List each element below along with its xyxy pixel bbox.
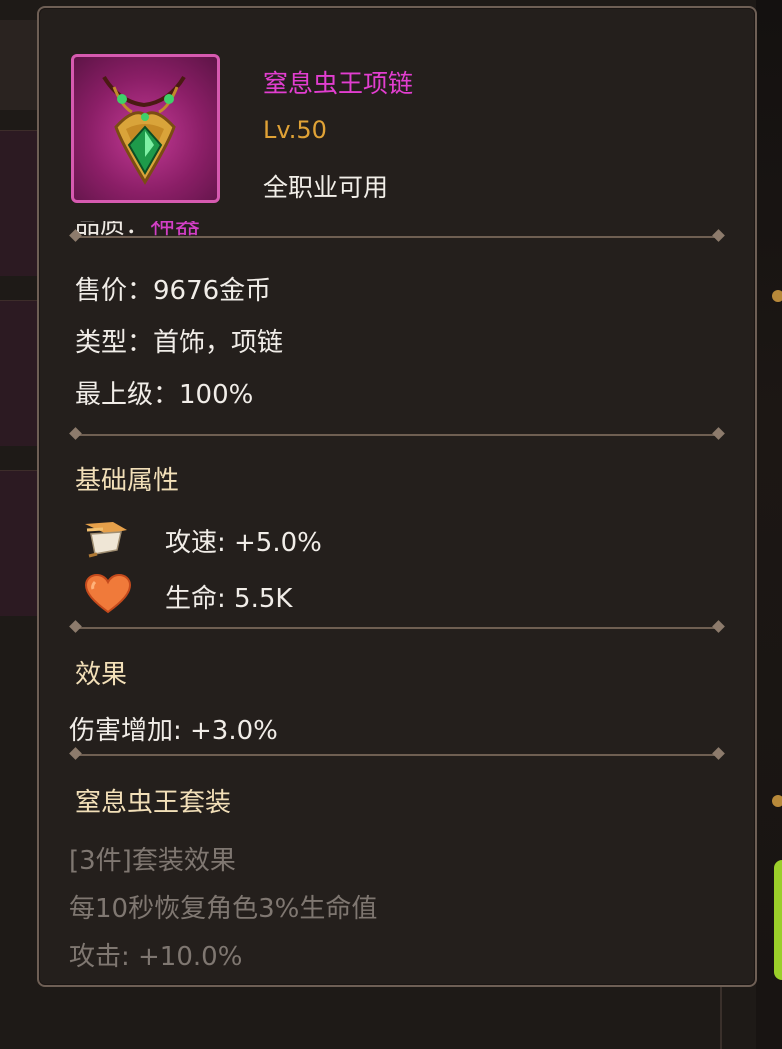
effect-line: 伤害增加: +3.0% xyxy=(69,716,278,746)
set-bonus-header: [3件]套装效果 xyxy=(69,846,236,876)
base-stats-title: 基础属性 xyxy=(75,466,180,496)
set-bonus-line: 攻击: +10.0% xyxy=(69,942,243,972)
background-dot xyxy=(772,290,782,302)
hp-stat: 生命: 5.5K xyxy=(165,584,293,614)
effect-title: 效果 xyxy=(75,660,128,690)
necklace-icon xyxy=(71,54,220,203)
divider xyxy=(75,236,719,238)
sell-price: 售价：9676金币 xyxy=(75,276,272,306)
item-class-restriction: 全职业可用 xyxy=(263,173,389,202)
divider xyxy=(75,754,719,756)
set-title: 窒息虫王套装 xyxy=(75,788,232,818)
divider xyxy=(75,627,719,629)
background-item-slot xyxy=(0,300,40,446)
max-upgrade: 最上级：100% xyxy=(75,380,254,410)
background-item-slot xyxy=(0,470,40,616)
item-type: 类型：首饰，项链 xyxy=(75,328,284,358)
divider xyxy=(75,434,719,436)
heart-icon xyxy=(84,573,132,618)
background-item-slot xyxy=(0,130,40,276)
attack-speed-stat: 攻速: +5.0% xyxy=(165,528,322,558)
attack-speed-icon xyxy=(83,516,131,562)
quality-row: 品质：神器 xyxy=(75,221,275,246)
background-divider xyxy=(720,985,722,1049)
item-level: Lv.50 xyxy=(263,116,327,144)
set-bonus-line: 每10秒恢复角色3%生命值 xyxy=(69,894,378,924)
item-tooltip: 窒息虫王项链 Lv.50 全职业可用 品质：神器 售价：9676金币 类型：首饰… xyxy=(37,6,757,987)
background-dot xyxy=(772,795,782,807)
background-ui-top xyxy=(0,20,40,110)
item-name: 窒息虫王项链 xyxy=(263,69,414,98)
background-green-button[interactable] xyxy=(774,860,782,980)
